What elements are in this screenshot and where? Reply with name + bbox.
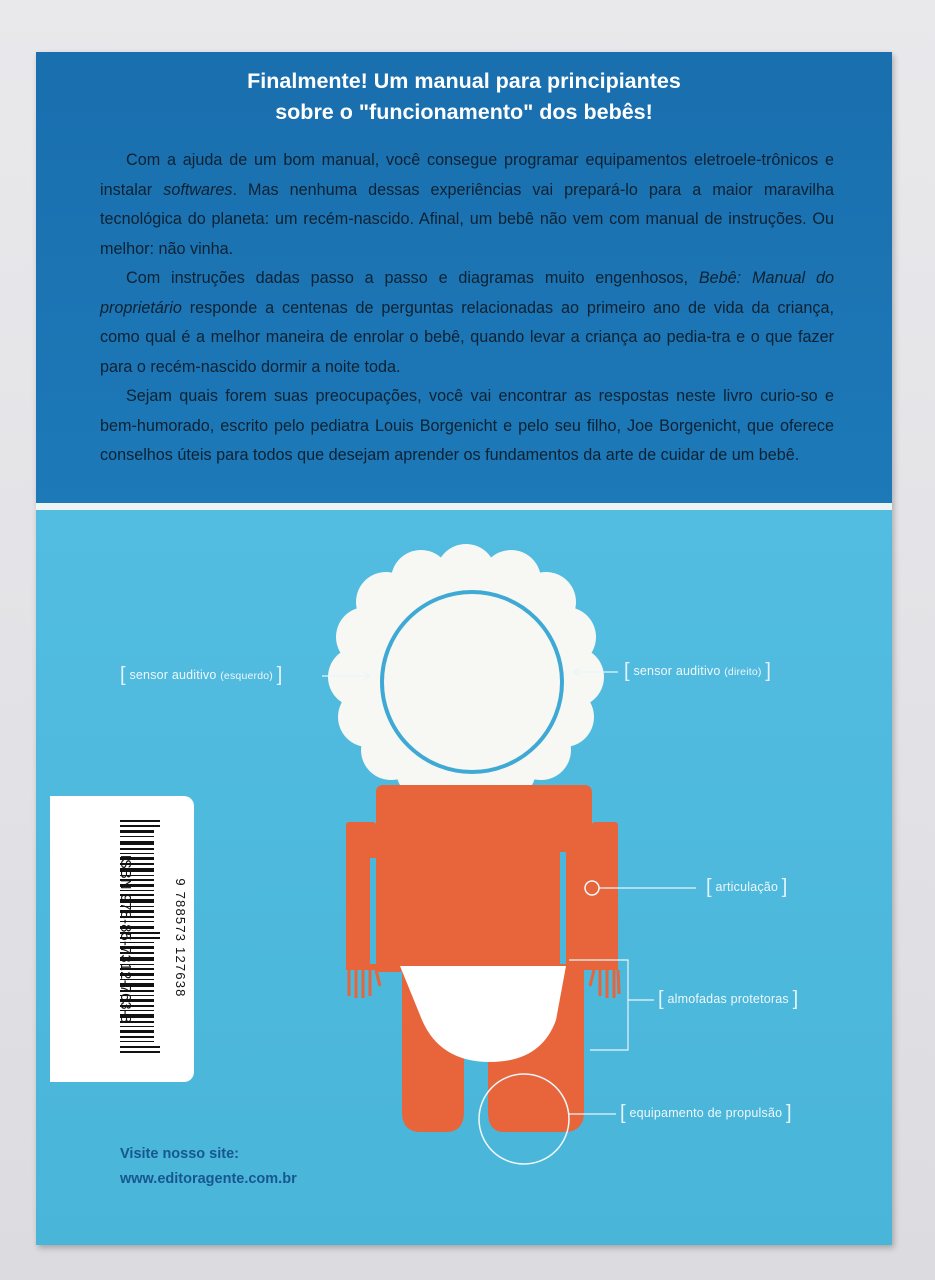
callout-joint: [ articulação ] <box>706 876 788 898</box>
left-ear-side: (esquerdo) <box>220 670 273 682</box>
site-url[interactable]: www.editoragente.com.br <box>120 1167 297 1192</box>
joint-label: articulação <box>715 880 779 894</box>
barcode-sticker: ISBN 978-85-7312-763-8 <box>50 796 194 1082</box>
left-arm-gap <box>370 858 376 964</box>
ean-digits: 9 788573 127638 <box>173 878 188 998</box>
callout-right-ear: [ sensor auditivo (direito) ] <box>624 660 772 682</box>
baby-body <box>346 785 618 1132</box>
callout-left-ear: [ sensor auditivo (esquerdo) ] <box>120 664 283 686</box>
callout-propulsion: [ equipamento de propulsão ] <box>620 1102 792 1124</box>
barcode-icon <box>120 820 160 1053</box>
left-ear-label: sensor auditivo <box>129 668 217 682</box>
site-intro: Visite nosso site: <box>120 1146 239 1162</box>
callout-pads: [ almofadas protetoras ] <box>658 988 799 1010</box>
book-back-cover: Finalmente! Um manual para principiantes… <box>36 52 892 1245</box>
publisher-site: Visite nosso site: www.editoragente.com.… <box>120 1142 297 1192</box>
right-ear-side: (direito) <box>724 666 762 678</box>
right-ear-label: sensor auditivo <box>633 664 721 678</box>
pads-label: almofadas protetoras <box>667 992 789 1006</box>
propulsion-label: equipamento de propulsão <box>629 1106 783 1120</box>
right-arm-gap <box>560 852 566 964</box>
